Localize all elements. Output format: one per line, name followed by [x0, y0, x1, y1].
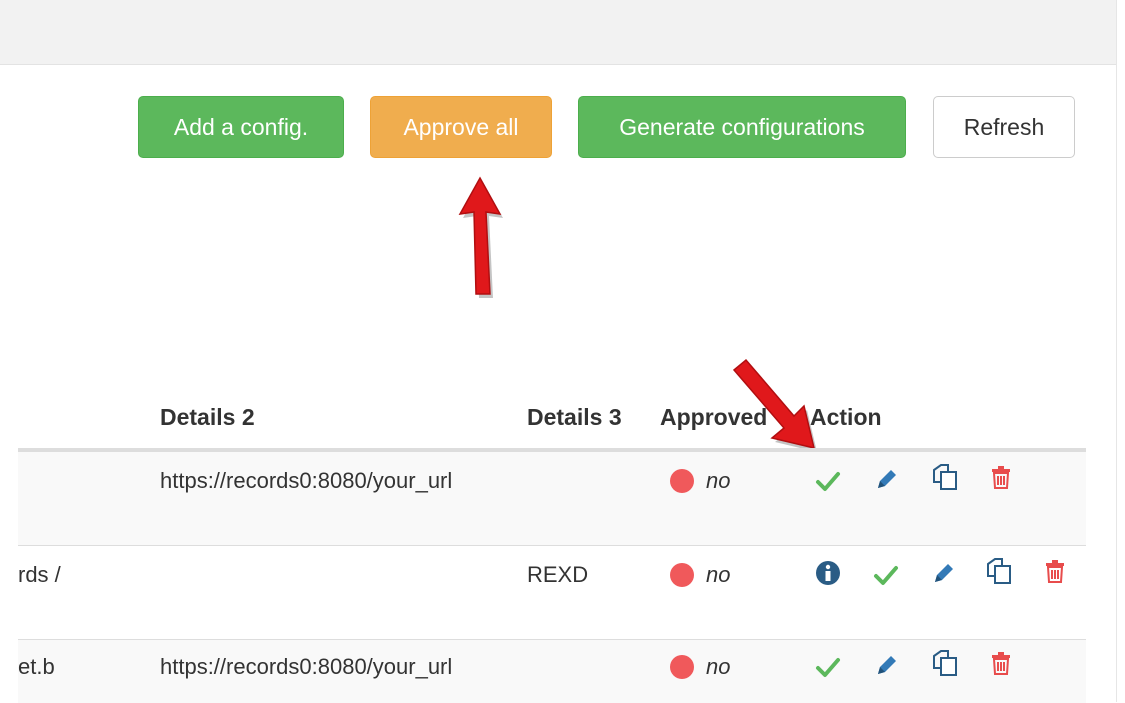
refresh-button[interactable]: Refresh: [933, 96, 1075, 158]
annotation-arrow-up: [458, 176, 503, 298]
row-details-2: https://records0:8080/your_url: [160, 468, 453, 493]
status-dot: [670, 563, 694, 587]
header-details-3: Details 3: [527, 404, 622, 430]
header-approved: Approved: [660, 404, 768, 430]
info-icon[interactable]: [815, 560, 841, 586]
add-config-button[interactable]: Add a config.: [138, 96, 344, 158]
edit-icon[interactable]: [874, 652, 900, 678]
approve-icon[interactable]: [815, 468, 841, 494]
approved-value: no: [706, 468, 731, 493]
edit-icon[interactable]: [931, 560, 957, 586]
approve-all-button[interactable]: Approve all: [370, 96, 552, 158]
row-col1: rds /: [18, 562, 61, 587]
approved-value: no: [706, 654, 731, 679]
duplicate-icon[interactable]: [986, 558, 1012, 584]
status-dot: [670, 469, 694, 493]
panel-border: [1116, 0, 1117, 702]
row-details-2: https://records0:8080/your_url: [160, 654, 453, 679]
row-col1: et.b: [18, 654, 55, 679]
generate-configurations-button[interactable]: Generate configurations: [578, 96, 906, 158]
delete-icon[interactable]: [988, 650, 1014, 676]
header-action: Action: [810, 404, 882, 430]
row-details-3: REXD: [527, 562, 589, 587]
approved-status: no: [670, 562, 730, 588]
edit-icon[interactable]: [874, 466, 900, 492]
delete-icon[interactable]: [988, 464, 1014, 490]
approve-icon[interactable]: [815, 654, 841, 680]
status-dot: [670, 655, 694, 679]
delete-icon[interactable]: [1042, 558, 1068, 584]
top-bar: [0, 0, 1116, 65]
approved-status: no: [670, 468, 730, 494]
duplicate-icon[interactable]: [932, 464, 958, 490]
table-row: et.b https://records0:8080/your_url no: [18, 639, 1086, 703]
table-row: rds / REXD no: [18, 545, 1086, 639]
approve-icon[interactable]: [873, 562, 899, 588]
header-details-2: Details 2: [160, 404, 255, 430]
approved-status: no: [670, 654, 730, 680]
table-row: https://records0:8080/your_url no: [18, 451, 1086, 545]
approved-value: no: [706, 562, 731, 587]
duplicate-icon[interactable]: [932, 650, 958, 676]
